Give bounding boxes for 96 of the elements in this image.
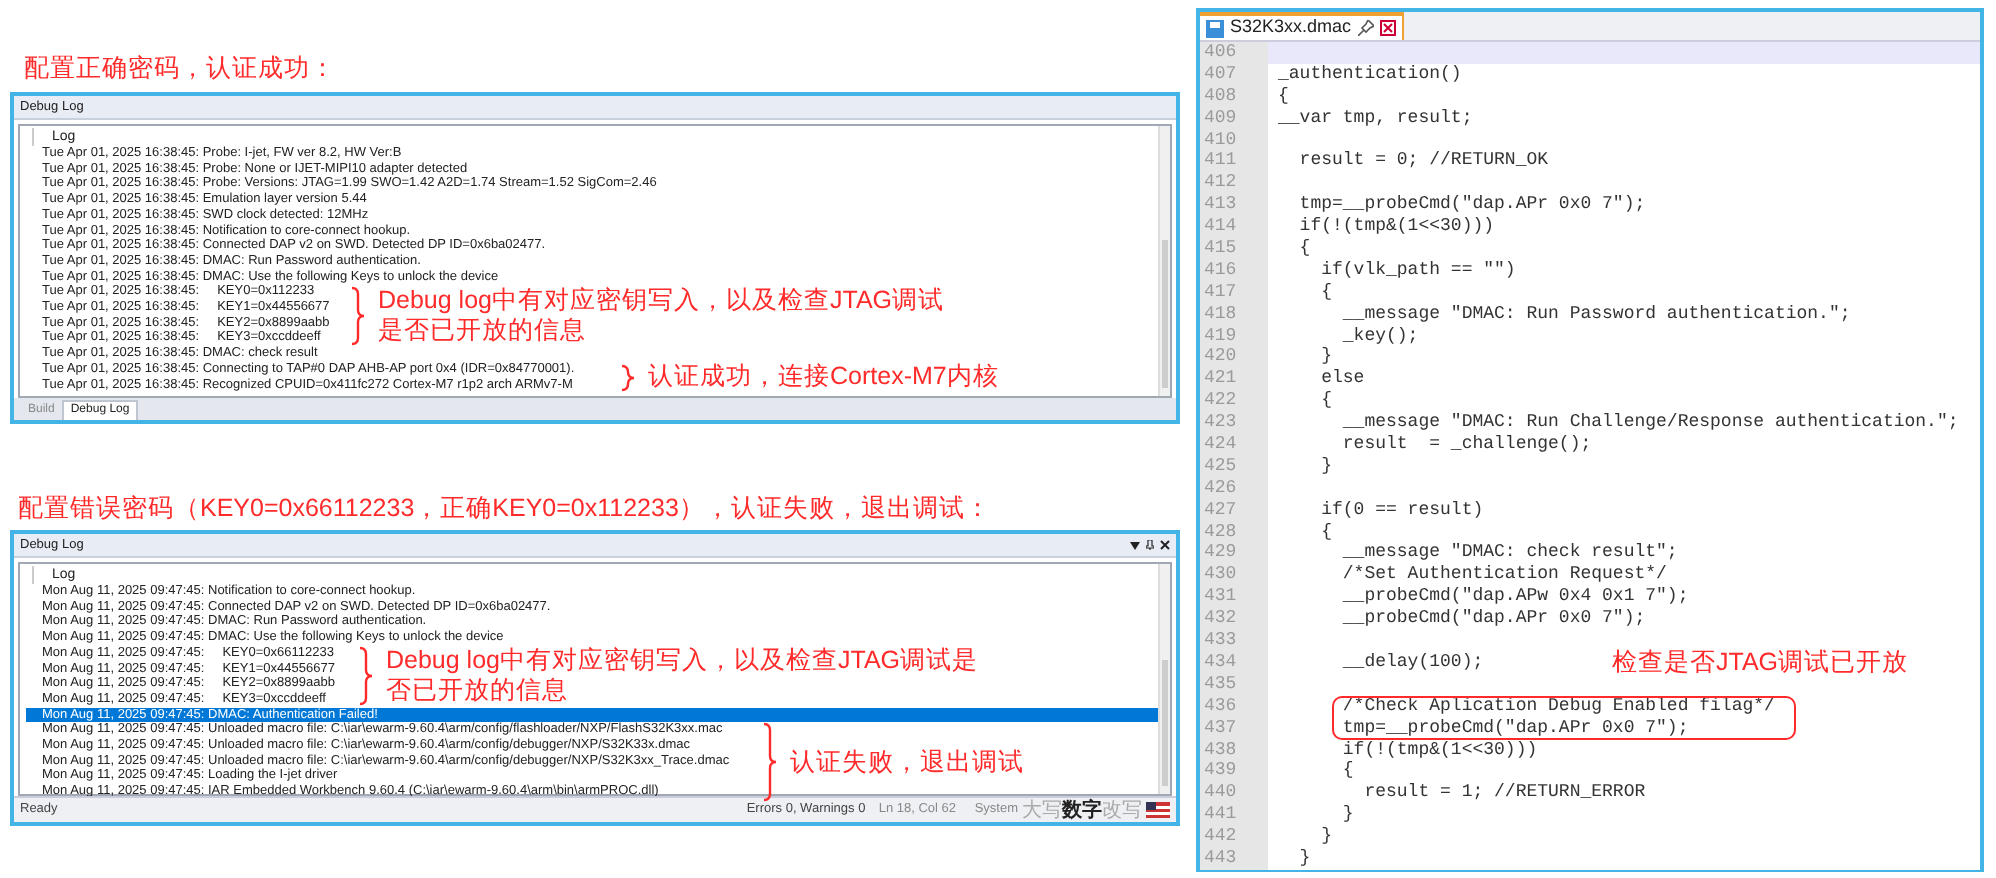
line-number: 425 (1200, 455, 1268, 478)
flag-icon (1146, 802, 1170, 818)
line-number: 417 (1200, 281, 1268, 304)
close-icon[interactable] (1160, 540, 1170, 550)
line-number: 436 (1200, 695, 1268, 718)
code-text: { (1319, 281, 1333, 304)
code-text: __probeCmd("dap.APr 0x0 7"); (1340, 608, 1646, 631)
line-number: 442 (1200, 826, 1268, 848)
line-number: 443 (1200, 847, 1268, 870)
line-number: 412 (1200, 172, 1268, 195)
code-text: /*Set Authentication Request*/ (1340, 564, 1667, 587)
line-number: 413 (1200, 194, 1268, 217)
scrollbar-thumb[interactable] (1162, 239, 1168, 388)
line-number: 430 (1200, 564, 1268, 587)
code-text: __message "DMAC: Run Challenge/Response authentication."; (1340, 412, 1959, 435)
line-number: 428 (1200, 521, 1268, 543)
pin-icon[interactable] (1146, 540, 1154, 550)
code-text: tmp=__probeCmd("dap.APr 0x0 7"); (1340, 717, 1689, 739)
code-text: if(!(tmp&(1<<30))) (1340, 739, 1538, 761)
curly-brace-icon (358, 646, 374, 706)
line-number: 419 (1200, 325, 1268, 347)
annotation-text: Debug log中有对应密钥写入，以及检查JTAG调试 是否已开放的信息 (378, 286, 945, 346)
line-number: 426 (1200, 477, 1268, 500)
code-text: if(!(tmp&(1<<30))) (1297, 216, 1495, 239)
code-text: result = _challenge(); (1340, 434, 1592, 456)
status-indicator: 大写 (1022, 799, 1062, 821)
code-text: if(vlk_path == "") (1319, 259, 1516, 282)
code-text: _authentication() (1276, 63, 1462, 86)
line-number: 424 (1200, 434, 1268, 456)
code-text: { (1276, 85, 1289, 108)
line-number: 422 (1200, 390, 1268, 413)
code-text: } (1319, 455, 1333, 478)
line-number: 439 (1200, 760, 1268, 783)
line-number: 408 (1200, 85, 1268, 108)
annotation-text: 检查是否JTAG调试已开放 (1612, 646, 1909, 680)
line-number: 433 (1200, 630, 1268, 652)
line-number: 432 (1200, 608, 1268, 631)
line-number: 406 (1200, 42, 1268, 64)
line-number: 434 (1200, 651, 1268, 674)
line-number: 438 (1200, 739, 1268, 761)
line-number: 415 (1200, 238, 1268, 260)
code-text: tmp=__probeCmd("dap.APr 0x0 7"); (1297, 194, 1646, 217)
line-number: 411 (1200, 150, 1268, 173)
status-indicator: 改写 (1102, 799, 1142, 821)
code-text: } (1340, 804, 1354, 827)
scrollbar[interactable] (1158, 564, 1170, 794)
line-number: 423 (1200, 412, 1268, 435)
code-text: __probeCmd("dap.APw 0x4 0x1 7"); (1340, 586, 1689, 609)
code-text: } (1297, 847, 1311, 870)
line-number: 427 (1200, 499, 1268, 522)
code-text: } (1319, 346, 1333, 369)
close-icon[interactable] (1379, 20, 1396, 36)
code-text: { (1340, 760, 1354, 783)
line-number: 409 (1200, 107, 1268, 130)
line-number: 440 (1200, 782, 1268, 805)
code-text: { (1319, 521, 1333, 543)
section-caption: 配置错误密码（KEY0=0x66112233，正确KEY0=0x112233），认证失败，退出调试： (16, 492, 993, 524)
curly-brace-icon (350, 286, 366, 346)
code-text: else (1319, 368, 1365, 391)
line-number: 418 (1200, 303, 1268, 326)
curly-brace-icon (762, 722, 778, 802)
line-number: 437 (1200, 717, 1268, 739)
code-text: if(0 == result) (1319, 499, 1484, 522)
status-indicator: 数字 (1062, 799, 1102, 821)
scrollbar[interactable] (1158, 126, 1170, 396)
line-number: 441 (1200, 804, 1268, 827)
code-text: __message "DMAC: check result"; (1340, 542, 1678, 565)
annotation-text: 认证失败，退出调试 (790, 747, 1024, 777)
code-text: _key(); (1340, 325, 1419, 347)
line-number: 429 (1200, 542, 1268, 565)
scrollbar-thumb[interactable] (1162, 659, 1168, 786)
code-text: result = 1; //RETURN_ERROR (1362, 782, 1646, 805)
line-number: 410 (1200, 129, 1268, 151)
line-number: 431 (1200, 586, 1268, 609)
line-number: 414 (1200, 216, 1268, 239)
file-icon (1206, 19, 1224, 37)
dropdown-icon[interactable] (1130, 541, 1140, 549)
file-tab-label: S32K3xx.dmac (1230, 14, 1352, 41)
pin-icon[interactable] (1357, 20, 1374, 36)
file-tab[interactable]: S32K3xx.dmac (1200, 12, 1404, 40)
code-text: } (1319, 826, 1333, 848)
code-text: __message "DMAC: Run Password authentication."; (1340, 303, 1851, 326)
code-text: __var tmp, result; (1276, 107, 1473, 130)
line-number: 407 (1200, 63, 1268, 86)
line-number: 420 (1200, 346, 1268, 369)
line-number: 421 (1200, 368, 1268, 391)
annotation-text: Debug log中有对应密钥写入，以及检查JTAG调试是 否已开放的信息 (386, 646, 979, 706)
code-text: { (1319, 390, 1333, 413)
curly-brace-icon (620, 363, 636, 391)
section-caption: 配置正确密码，认证成功： (22, 52, 338, 84)
code-text: { (1297, 238, 1311, 260)
line-number: 435 (1200, 673, 1268, 696)
line-number: 416 (1200, 259, 1268, 282)
code-text: __delay(100); (1340, 651, 1484, 674)
code-text: result = 0; //RETURN_OK (1297, 150, 1549, 173)
annotation-text: 认证成功，连接Cortex-M7内核 (648, 362, 999, 392)
